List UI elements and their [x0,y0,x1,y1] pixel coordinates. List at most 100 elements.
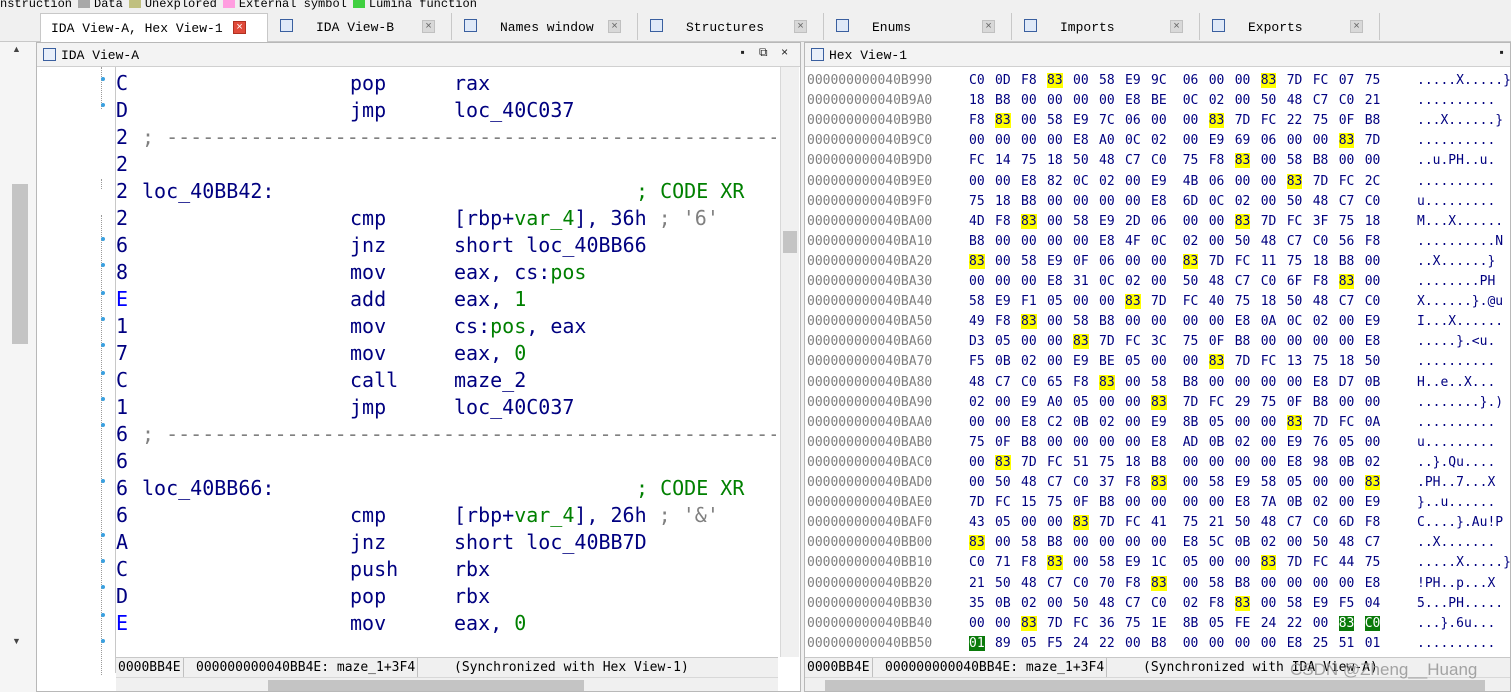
hex-byte[interactable]: C7 [1339,194,1355,209]
hex-byte[interactable]: 4F [1125,234,1141,249]
hex-byte[interactable]: 00 [1125,415,1141,430]
hex-byte[interactable]: E8 [1183,535,1199,550]
tab-close-icon[interactable]: × [608,20,621,33]
hex-byte[interactable]: 48 [1099,153,1115,168]
hex-byte[interactable]: 0F [1073,495,1089,510]
hex-byte[interactable]: 00 [1313,576,1329,591]
hex-byte[interactable]: 00 [1261,174,1277,189]
hex-byte[interactable]: E9 [1073,354,1089,369]
hex-byte[interactable]: 00 [969,174,985,189]
hex-byte[interactable]: 83 [1286,173,1303,189]
hex-byte[interactable]: B8 [1151,455,1167,470]
tab-close-icon[interactable]: × [233,21,246,34]
hex-byte[interactable]: C0 [1365,294,1381,309]
hex-byte[interactable]: 00 [1047,133,1063,148]
hex-byte[interactable]: 00 [969,274,985,289]
hex-byte[interactable]: 75 [1021,153,1037,168]
hex-byte[interactable]: 48 [1313,194,1329,209]
hex-byte[interactable]: 7D [1365,133,1381,148]
hex-byte[interactable]: 2C [1365,174,1381,189]
operand[interactable]: 1 [514,287,526,311]
hex-byte[interactable]: A0 [1099,133,1115,148]
hex-byte[interactable]: C7 [1313,93,1329,108]
hex-byte[interactable]: 00 [1313,133,1329,148]
hex-byte[interactable]: 7C [1099,113,1115,128]
hex-byte[interactable]: E9 [1365,314,1381,329]
hex-byte[interactable]: F8 [1021,555,1037,570]
hex-byte[interactable]: 83 [1047,73,1063,88]
hex-byte[interactable]: 00 [1235,555,1251,570]
operand[interactable]: rax [454,71,490,95]
disassembly-listing[interactable]: Cpop rax Djmp loc_40C037 2 ; ----------------… [116,67,776,673]
hex-byte[interactable]: E8 [1287,636,1303,651]
hex-byte[interactable]: 00 [1287,535,1303,550]
hex-byte[interactable]: 83 [995,113,1011,129]
tab-close-icon[interactable]: × [422,20,435,33]
hex-byte[interactable]: 02 [1183,596,1199,611]
hex-byte[interactable]: 83 [1260,555,1277,571]
hex-byte[interactable]: 05 [1183,555,1199,570]
hex-byte[interactable]: 50 [1235,515,1251,530]
operand[interactable]: ], 26h [574,503,646,527]
scroll-down-arrow-icon[interactable]: ▼ [12,636,21,646]
hex-byte[interactable]: 00 [1209,455,1225,470]
operand[interactable]: , eax [526,314,586,338]
hex-byte[interactable]: 83 [1151,575,1167,591]
hex-byte[interactable]: 0C [1073,174,1089,189]
hex-byte[interactable]: 83 [1073,515,1089,531]
hex-byte[interactable]: 05 [1021,636,1037,651]
hex-pin-icon[interactable]: ▪ [1498,46,1505,60]
hex-byte[interactable]: 1C [1151,555,1167,570]
hex-byte[interactable]: 83 [1260,73,1277,88]
hex-byte[interactable]: 00 [1209,636,1225,651]
hex-byte[interactable]: 00 [1261,153,1277,168]
hex-byte[interactable]: 00 [1183,133,1199,148]
hex-byte[interactable]: 00 [1235,375,1251,390]
hex-byte[interactable]: C0 [969,73,985,88]
hex-byte[interactable]: 05 [1209,616,1225,631]
hex-byte[interactable]: 00 [1151,113,1167,128]
hex-byte[interactable]: FC [1339,174,1355,189]
hex-byte[interactable]: 13 [1287,354,1303,369]
hex-byte[interactable]: 00 [1151,535,1167,550]
hex-byte[interactable]: 00 [1235,174,1251,189]
hex-byte[interactable]: 02 [1099,174,1115,189]
hex-byte[interactable]: 83 [1151,475,1167,490]
hex-byte[interactable]: 18 [1047,153,1063,168]
hex-byte[interactable]: 14 [995,153,1011,168]
hex-byte[interactable]: 56 [1339,234,1355,249]
hex-byte[interactable]: 75 [1365,555,1381,570]
hex-byte[interactable]: 9C [1151,73,1167,88]
hex-byte[interactable]: E9 [1021,395,1037,410]
hex-byte[interactable]: 7D [1099,515,1115,530]
hex-byte[interactable]: 00 [1047,515,1063,530]
operand[interactable]: rbx [454,557,490,581]
hex-byte[interactable]: 7D [1183,395,1199,410]
hex-byte[interactable]: 00 [969,455,985,470]
operand[interactable]: 0 [514,341,526,365]
hex-byte[interactable]: 24 [1073,636,1089,651]
hex-byte[interactable]: 00 [1261,455,1277,470]
hex-byte[interactable]: 8B [1183,616,1199,631]
operand[interactable]: eax, [454,611,514,635]
hex-byte[interactable]: 83 [1208,354,1225,370]
hex-byte[interactable]: 83 [1151,394,1167,410]
hex-byte[interactable]: 00 [1125,495,1141,510]
hex-byte[interactable]: 02 [1021,354,1037,369]
hex-byte[interactable]: 00 [995,274,1011,289]
operand[interactable]: loc_40C037 [454,395,574,419]
hex-byte[interactable]: 00 [995,174,1011,189]
hex-byte[interactable]: F8 [1313,274,1329,289]
operand[interactable]: var_4 [514,503,574,527]
hex-byte[interactable]: 00 [1021,234,1037,249]
hex-byte[interactable]: 7D [1047,616,1063,631]
tab-close-icon[interactable]: × [982,20,995,33]
hex-byte[interactable]: 50 [1287,294,1303,309]
hex-byte[interactable]: 31 [1073,274,1089,289]
hex-byte[interactable]: 75 [1287,254,1303,269]
hex-byte[interactable]: 37 [1099,475,1115,490]
hex-byte[interactable]: 58 [969,294,985,309]
hex-byte[interactable]: 0C [1287,314,1303,329]
hex-byte[interactable]: F5 [1339,596,1355,611]
hex-byte[interactable]: 83 [1338,133,1355,149]
